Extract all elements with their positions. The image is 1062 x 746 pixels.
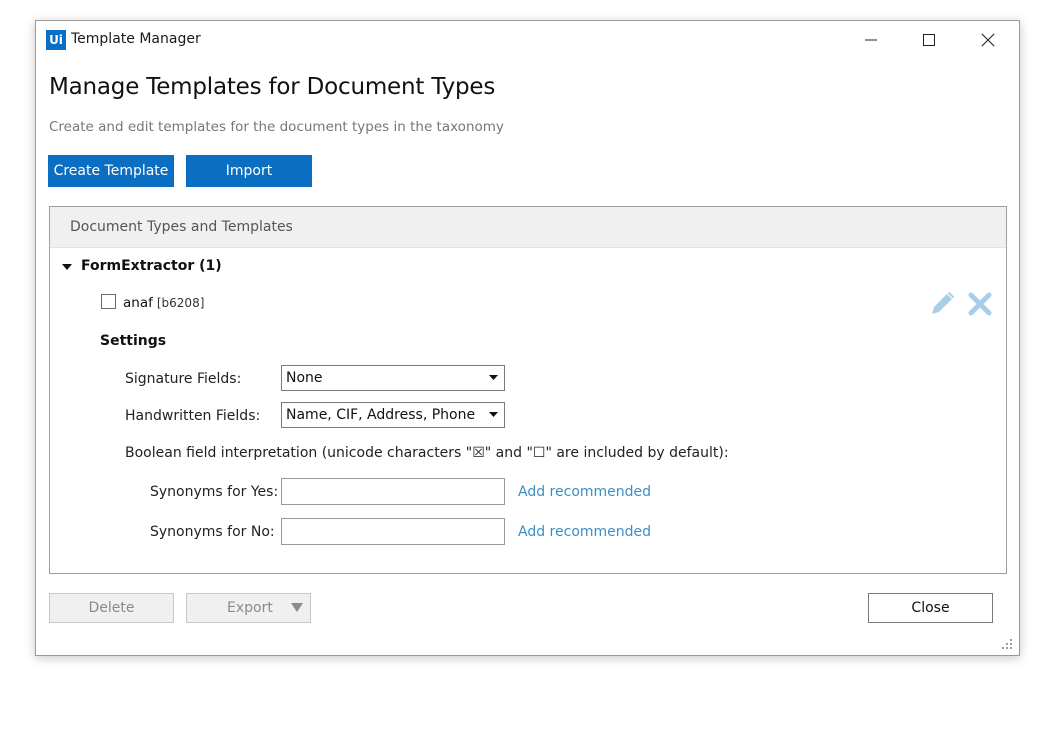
document-type-name[interactable]: FormExtractor (1) xyxy=(81,258,222,274)
close-window-button[interactable] xyxy=(959,21,1017,59)
signature-fields-label: Signature Fields: xyxy=(125,371,242,387)
app-logo: Ui xyxy=(46,30,66,50)
close-button[interactable]: Close xyxy=(868,593,993,623)
page-title: Manage Templates for Document Types xyxy=(49,74,496,100)
dropdown-arrow-icon xyxy=(489,375,498,380)
title-bar[interactable]: Ui Template Manager xyxy=(36,21,1019,59)
template-checkbox[interactable] xyxy=(101,294,116,309)
panel-header: Document Types and Templates xyxy=(50,207,1006,248)
signature-fields-value: None xyxy=(286,370,323,386)
synonyms-yes-label: Synonyms for Yes: xyxy=(150,484,279,500)
window-title: Template Manager xyxy=(71,31,201,47)
template-manager-window: Ui Template Manager Manage Templates for… xyxy=(35,20,1020,656)
minimize-button[interactable] xyxy=(842,21,900,59)
add-recommended-no-link[interactable]: Add recommended xyxy=(518,524,651,540)
signature-fields-select[interactable]: None xyxy=(281,365,505,391)
export-button[interactable]: Export xyxy=(186,593,311,623)
import-button[interactable]: Import xyxy=(186,155,312,187)
page-subtitle: Create and edit templates for the docume… xyxy=(49,119,504,135)
synonyms-no-input[interactable] xyxy=(281,518,505,545)
panel-header-title: Document Types and Templates xyxy=(70,219,293,235)
template-id: [b6208] xyxy=(156,296,205,310)
create-template-button[interactable]: Create Template xyxy=(48,155,174,187)
dropdown-arrow-icon xyxy=(489,412,498,417)
settings-title: Settings xyxy=(100,333,167,349)
handwritten-fields-select[interactable]: Name, CIF, Address, Phone xyxy=(281,402,505,428)
pencil-icon[interactable] xyxy=(928,290,956,318)
template-name: anaf xyxy=(123,295,153,311)
template-item[interactable]: anaf [b6208] xyxy=(123,295,204,311)
add-recommended-yes-link[interactable]: Add recommended xyxy=(518,484,651,500)
close-icon xyxy=(981,33,995,47)
maximize-button[interactable] xyxy=(900,21,958,59)
boolean-interpretation-text: Boolean field interpretation (unicode ch… xyxy=(125,445,729,461)
caret-down-icon[interactable] xyxy=(62,264,72,272)
document-types-panel: Document Types and Templates FormExtract… xyxy=(49,206,1007,574)
synonyms-yes-input[interactable] xyxy=(281,478,505,505)
delete-button[interactable]: Delete xyxy=(49,593,174,623)
export-label: Export xyxy=(227,600,273,616)
minimize-icon xyxy=(865,39,877,41)
x-icon[interactable] xyxy=(967,291,993,317)
dropdown-arrow-icon xyxy=(291,603,303,612)
handwritten-fields-label: Handwritten Fields: xyxy=(125,408,261,424)
synonyms-no-label: Synonyms for No: xyxy=(150,524,275,540)
maximize-icon xyxy=(923,34,935,46)
resize-grip-icon[interactable] xyxy=(1000,637,1014,651)
handwritten-fields-value: Name, CIF, Address, Phone xyxy=(286,407,476,423)
